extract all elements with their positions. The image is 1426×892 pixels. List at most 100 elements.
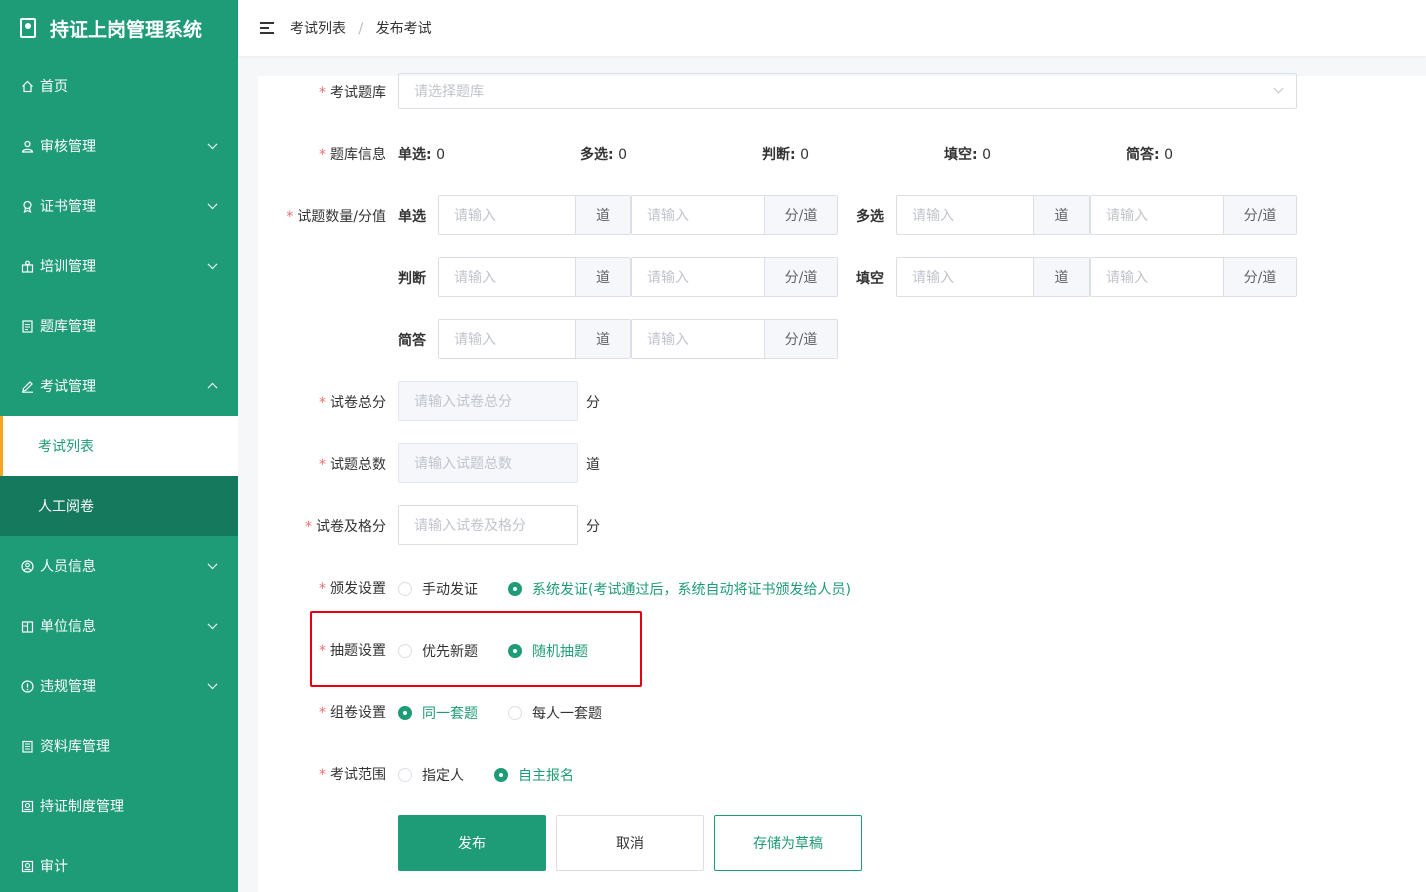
warning-icon	[20, 679, 34, 693]
training-icon	[20, 259, 34, 273]
publish-exam-form: * 考试题库 请选择题库 * 题库信息 单选: 0 多选: 0 判断: 0 填空: …	[258, 73, 1426, 892]
sidebar-item-review[interactable]: 审核管理	[0, 116, 238, 176]
fill-score-input[interactable]: 请输入 分/道	[1090, 257, 1297, 297]
chevron-down-icon	[207, 259, 218, 270]
single-count-input[interactable]: 请输入道	[438, 195, 631, 235]
radio-dot	[398, 582, 412, 596]
menu-fold-icon[interactable]	[260, 21, 278, 35]
total-score-input[interactable]: 请输入试卷总分	[398, 381, 578, 421]
save-draft-button[interactable]: 存储为草稿	[714, 815, 862, 871]
folder-icon	[20, 739, 34, 753]
sidebar-item-manual-grading[interactable]: 人工阅卷	[0, 476, 238, 536]
badge-icon	[20, 18, 36, 38]
draw-radio-new-first[interactable]: 优先新题	[398, 641, 478, 661]
pass-score-label: * 试卷及格分	[305, 519, 386, 535]
radio-dot	[508, 706, 522, 720]
type-label-fill: 填空	[856, 271, 884, 287]
bank-info-label: * 题库信息	[319, 147, 386, 163]
issue-radio-system[interactable]: 系统发证(考试通过后，系统自动将证书颁发给人员)	[508, 579, 851, 599]
single-score-input[interactable]: 请输入 分/道	[631, 195, 838, 235]
chevron-down-icon	[207, 199, 218, 210]
top-header: 考试列表 / 发布考试	[238, 0, 1426, 56]
pass-score-unit: 分	[586, 519, 600, 535]
sidebar-item-exam[interactable]: 考试管理	[0, 356, 238, 416]
type-label-multi: 多选	[856, 209, 884, 225]
certificate-icon	[20, 199, 34, 213]
short-count-input[interactable]: 请输入道	[438, 319, 631, 359]
sidebar-item-exam-list[interactable]: 考试列表	[0, 416, 238, 476]
bank-info-multi: 多选: 0	[580, 147, 627, 163]
sidebar-item-violation[interactable]: 违规管理	[0, 656, 238, 716]
scope-radio-self[interactable]: 自主报名	[494, 765, 574, 785]
chevron-down-icon	[207, 679, 218, 690]
draw-label: * 抽题设置	[319, 643, 386, 659]
chevron-down-icon	[207, 559, 218, 570]
sidebar: 持证上岗管理系统 首页 审核管理 证书管理 培训管理 题库管理 考试管理 考试列…	[0, 0, 238, 892]
breadcrumb: 考试列表 / 发布考试	[290, 18, 432, 38]
radio-dot	[398, 644, 412, 658]
radio-dot	[398, 706, 412, 720]
app-logo: 持证上岗管理系统	[0, 0, 238, 56]
compose-radio-each[interactable]: 每人一套题	[508, 703, 602, 723]
bank-info-short: 简答: 0	[1126, 147, 1173, 163]
sidebar-item-library[interactable]: 资料库管理	[0, 716, 238, 776]
judge-score-input[interactable]: 请输入 分/道	[631, 257, 838, 297]
pass-score-input[interactable]: 请输入试卷及格分	[398, 505, 578, 545]
sidebar-item-home[interactable]: 首页	[0, 56, 238, 116]
compose-label: * 组卷设置	[319, 705, 386, 721]
sidebar-item-question-bank[interactable]: 题库管理	[0, 296, 238, 356]
cancel-button[interactable]: 取消	[556, 815, 704, 871]
breadcrumb-parent[interactable]: 考试列表	[290, 21, 346, 37]
total-count-input[interactable]: 请输入试题总数	[398, 443, 578, 483]
chevron-down-icon	[1273, 83, 1284, 94]
type-label-judge: 判断	[398, 271, 426, 287]
type-label-single: 单选	[398, 209, 426, 225]
document-icon	[20, 319, 34, 333]
policy-icon	[20, 799, 34, 813]
total-score-unit: 分	[586, 395, 600, 411]
total-count-unit: 道	[586, 457, 600, 473]
multi-score-input[interactable]: 请输入 分/道	[1090, 195, 1297, 235]
sidebar-item-unit[interactable]: 单位信息	[0, 596, 238, 656]
quantity-label: * 试题数量/分值	[286, 209, 386, 225]
radio-dot	[398, 768, 412, 782]
user-icon	[20, 139, 34, 153]
breadcrumb-current: 发布考试	[375, 21, 432, 37]
draw-radio-random[interactable]: 随机抽题	[508, 641, 588, 661]
bank-info-single: 单选: 0	[398, 147, 445, 163]
home-icon	[20, 79, 34, 93]
total-score-label: * 试卷总分	[319, 395, 386, 411]
short-score-input[interactable]: 请输入 分/道	[631, 319, 838, 359]
chevron-down-icon	[207, 139, 218, 150]
compose-radio-same[interactable]: 同一套题	[398, 703, 478, 723]
type-label-short: 简答	[398, 333, 426, 349]
bank-label: * 考试题库	[319, 85, 386, 101]
audit-icon	[20, 859, 34, 873]
sidebar-item-training[interactable]: 培训管理	[0, 236, 238, 296]
sidebar-item-policy[interactable]: 持证制度管理	[0, 776, 238, 836]
sidebar-item-personnel[interactable]: 人员信息	[0, 536, 238, 596]
radio-dot	[508, 644, 522, 658]
radio-dot	[494, 768, 508, 782]
person-circle-icon	[20, 559, 34, 573]
app-title: 持证上岗管理系统	[50, 18, 203, 41]
multi-count-input[interactable]: 请输入道	[896, 195, 1090, 235]
judge-count-input[interactable]: 请输入道	[438, 257, 631, 297]
bank-info-judge: 判断: 0	[762, 147, 809, 163]
building-icon	[20, 619, 34, 633]
total-count-label: * 试题总数	[319, 457, 386, 473]
edit-icon	[20, 379, 34, 393]
bank-select[interactable]: 请选择题库	[398, 73, 1297, 109]
radio-dot	[508, 582, 522, 596]
bank-info-fill: 填空: 0	[944, 147, 991, 163]
issue-label: * 颁发设置	[319, 581, 386, 597]
chevron-down-icon	[207, 619, 218, 630]
scope-label: * 考试范围	[319, 767, 386, 783]
publish-button[interactable]: 发布	[398, 815, 546, 871]
issue-radio-manual[interactable]: 手动发证	[398, 579, 478, 599]
sidebar-item-audit[interactable]: 审计	[0, 836, 238, 892]
sidebar-item-certificate[interactable]: 证书管理	[0, 176, 238, 236]
scope-radio-assigned[interactable]: 指定人	[398, 765, 464, 785]
chevron-up-icon	[207, 382, 218, 393]
fill-count-input[interactable]: 请输入道	[896, 257, 1090, 297]
